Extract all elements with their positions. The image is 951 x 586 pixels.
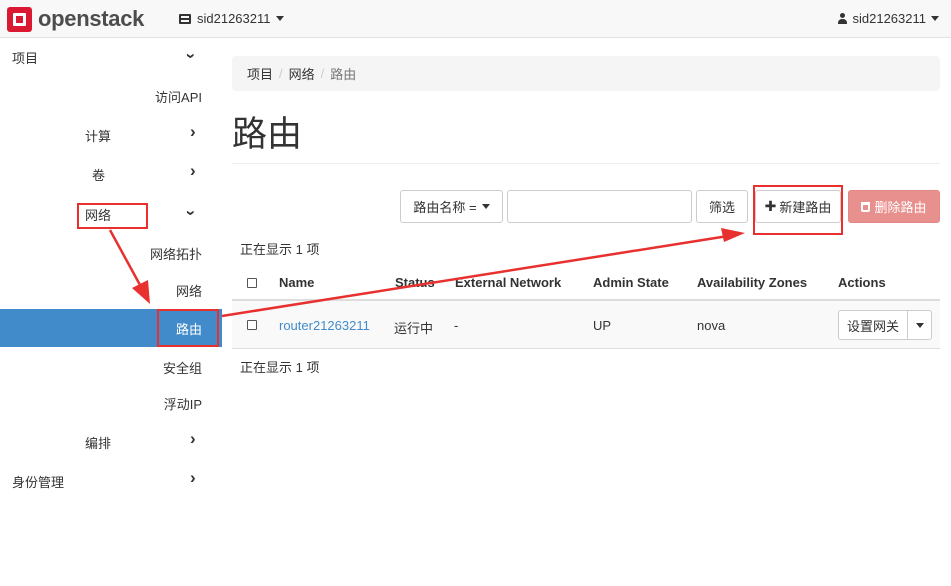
annotation-arrows xyxy=(108,228,745,318)
annotation-arrow-to-routers xyxy=(108,229,150,304)
annotation-arrow-to-create xyxy=(221,228,745,318)
